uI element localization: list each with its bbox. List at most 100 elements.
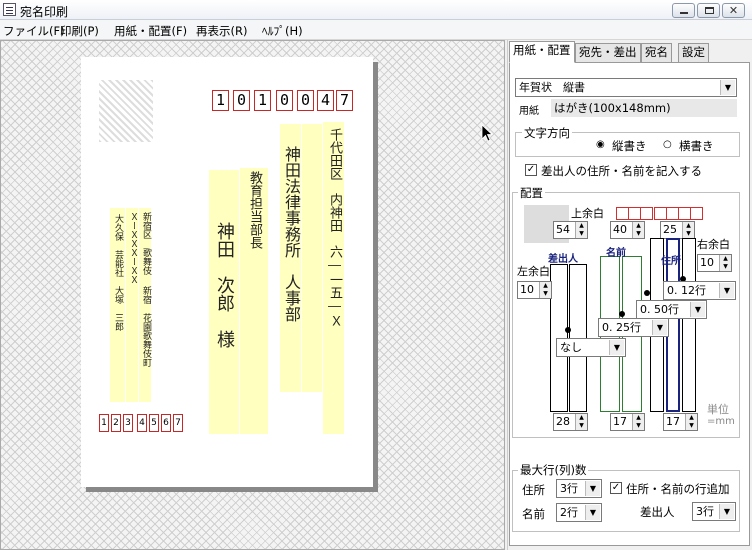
tab-name[interactable]: 宛名	[641, 43, 672, 62]
chevron-down-icon: ▼	[585, 505, 600, 520]
maxlines-label: 最大行(列)数	[518, 462, 589, 478]
maximize-icon	[705, 7, 714, 14]
maxlines-sender-select[interactable]: 3行 ▼	[692, 502, 736, 521]
select-value: なし	[560, 341, 582, 354]
top-margin-label: 上余白	[571, 207, 604, 220]
radio-vertical-icon[interactable]: ◉	[596, 139, 605, 150]
sender-zip-digit: 1	[99, 414, 109, 432]
maxlines-address-label: 住所	[522, 483, 545, 497]
spacing-dot	[644, 290, 650, 296]
menu-paper-layout[interactable]: 用紙・配置(F)	[114, 23, 187, 39]
maxlines-group	[512, 470, 740, 532]
spin-arrows-icon[interactable]: ▲ ▼	[575, 414, 587, 430]
paper-label: 用紙	[519, 106, 539, 117]
select-value: 0. 50行	[640, 303, 679, 316]
top-margin-address-spin[interactable]: 25 ▲ ▼	[660, 221, 695, 239]
layout-label: 配置	[518, 185, 545, 201]
zip-box	[640, 207, 653, 220]
maximize-button[interactable]	[697, 3, 720, 18]
zip-digit: 1	[212, 90, 229, 111]
spin-arrows-icon[interactable]: ▲ ▼	[685, 414, 697, 430]
address-spacing-select[interactable]: 0. 12行 ▼	[663, 281, 736, 300]
radio-vertical-label[interactable]: 縦書き	[612, 138, 647, 154]
name-spacing-select[interactable]: 0. 25行 ▼	[598, 318, 669, 337]
zip-digit: 7	[336, 90, 353, 111]
radio-horizontal-icon[interactable]: ○	[663, 139, 672, 150]
add-line-label[interactable]: 住所・名前の行追加	[626, 481, 730, 497]
recipient-name: 神田 次郎 様	[214, 222, 235, 348]
chevron-down-icon: ▼	[652, 320, 667, 335]
sender-spacing-select[interactable]: なし ▼	[556, 338, 626, 357]
chevron-down-icon: ▼	[609, 340, 624, 355]
sender-checkbox[interactable]: ✓	[525, 164, 537, 176]
spin-arrows-icon[interactable]: ▲ ▼	[539, 282, 551, 298]
sender-zip-digit: 5	[149, 414, 159, 432]
sender-size-spin[interactable]: 28 ▲ ▼	[553, 413, 588, 431]
address-size-spin[interactable]: 17 ▲ ▼	[663, 413, 698, 431]
name-address-spacing-select[interactable]: 0. 50行 ▼	[636, 300, 707, 319]
spin-value: 10	[700, 256, 714, 269]
sender-address-1: 新宿区 歌舞伎	[141, 212, 151, 275]
col-address-label: 住所	[661, 256, 681, 267]
sender-checkbox-label[interactable]: 差出人の住所・名前を記入する	[541, 163, 702, 179]
spin-value: 40	[613, 223, 627, 236]
spacing-dot	[565, 327, 571, 333]
select-value: 0. 25行	[602, 321, 641, 334]
maxlines-name-select[interactable]: 2行 ▼	[556, 503, 602, 522]
stamp-area	[99, 80, 153, 142]
unit-mm: =mm	[707, 416, 735, 427]
tab-settings[interactable]: 設定	[678, 43, 709, 62]
right-margin-spin[interactable]: 10 ▲ ▼	[697, 254, 732, 272]
maxlines-address-select[interactable]: 3行 ▼	[556, 479, 602, 498]
spin-value: 54	[556, 223, 570, 236]
paper-type-select[interactable]: 年賀状 縦書 ▼	[515, 78, 737, 97]
close-button[interactable]: ✕	[722, 3, 745, 18]
spin-arrows-icon[interactable]: ▲ ▼	[682, 222, 694, 238]
radio-horizontal-label[interactable]: 横書き	[679, 138, 714, 154]
company-strip-2	[302, 124, 322, 392]
zip-digit: 0	[233, 90, 250, 111]
tab-address-sender[interactable]: 宛先・差出	[575, 43, 641, 62]
maxlines-sender-label: 差出人	[640, 505, 675, 519]
chevron-down-icon: ▼	[719, 504, 734, 519]
spin-arrows-icon[interactable]: ▲ ▼	[575, 222, 587, 238]
company-line: 神田法律事務所 人事部	[282, 146, 301, 322]
window-title: 宛名印刷	[20, 5, 69, 19]
menu-file[interactable]: ファイル(F)	[3, 23, 65, 39]
spin-value: 25	[663, 223, 677, 236]
top-margin-name-spin[interactable]: 40 ▲ ▼	[610, 221, 645, 239]
spin-arrows-icon[interactable]: ▲ ▼	[632, 222, 644, 238]
sender-zip-digit: 3	[123, 414, 133, 432]
sender-address-3: 新宿 花園歌舞伎町	[141, 286, 151, 367]
menu-print[interactable]: 印刷(P)	[60, 23, 99, 39]
menu-help[interactable]: ﾍﾙﾌﾟ(H)	[262, 23, 303, 39]
sender-name: 大久保 芸能社 大塚 三郎	[113, 214, 123, 331]
name-size-spin[interactable]: 17 ▲ ▼	[610, 413, 645, 431]
spin-arrows-icon[interactable]: ▲ ▼	[719, 255, 731, 271]
left-margin-spin[interactable]: 10 ▲ ▼	[517, 281, 552, 299]
spacing-dot	[619, 311, 625, 317]
top-margin-sender-spin[interactable]: 54 ▲ ▼	[553, 221, 588, 239]
minimize-button[interactable]	[672, 3, 695, 18]
menu-refresh[interactable]: 再表示(R)	[196, 23, 247, 39]
sender-zip-digit: 7	[173, 414, 183, 432]
unit-label: 単位	[707, 403, 729, 416]
tab-paper-layout[interactable]: 用紙・配置	[509, 41, 575, 63]
spin-arrows-icon[interactable]: ▲ ▼	[632, 414, 644, 430]
zip-digit: 4	[317, 90, 334, 111]
spin-value: 28	[556, 415, 570, 428]
add-line-checkbox[interactable]: ✓	[610, 482, 622, 494]
zip-digit: 0	[297, 90, 314, 111]
chevron-down-icon: ▼	[690, 302, 705, 317]
mouse-cursor-icon	[481, 124, 493, 142]
select-value: 3行	[696, 505, 714, 518]
sender-zip-digit: 4	[137, 414, 147, 432]
recipient-title: 教育担当部長	[247, 171, 262, 249]
sender-address-2: ＸーＸＸＸーＸＸ	[128, 212, 138, 284]
spin-value: 17	[613, 415, 627, 428]
maxlines-name-label: 名前	[522, 507, 545, 521]
chevron-down-icon: ▼	[719, 283, 734, 298]
minimize-icon	[680, 12, 688, 14]
address-line: 千代田区 内神田 六―一五―Ｘ	[327, 128, 342, 327]
title-bar: 宛名印刷 ✕	[0, 0, 752, 20]
